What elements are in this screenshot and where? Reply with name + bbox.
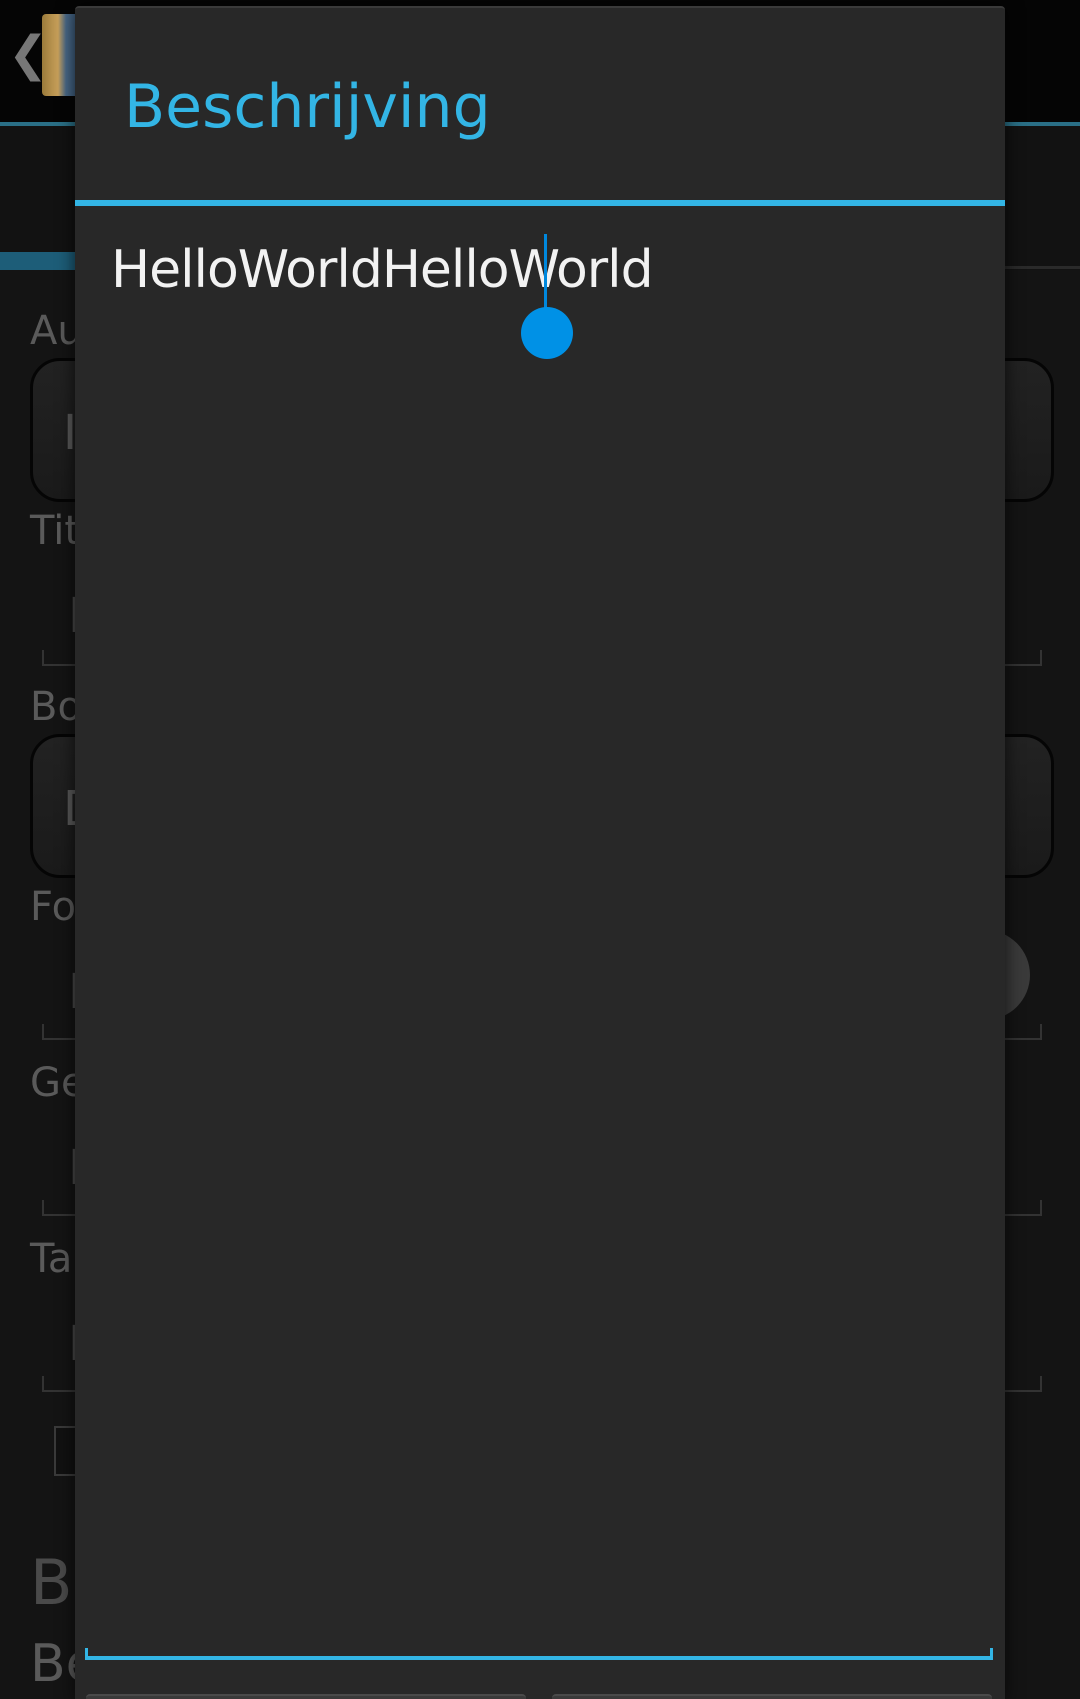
tab-indicator — [0, 252, 80, 270]
ok-button[interactable] — [552, 1694, 992, 1699]
tags-label: Ta — [30, 1236, 73, 1282]
screen: ❮ Au I Tit I Bo D Fo I Ge I Ta I Be Be B… — [0, 0, 1080, 1699]
description-dialog: Beschrijving HelloWorldHelloWorld — [75, 6, 1005, 1699]
cancel-button[interactable] — [86, 1694, 526, 1699]
cursor-handle[interactable] — [521, 307, 573, 359]
title-label: Tit — [30, 508, 80, 554]
format-label: Fo — [30, 884, 77, 930]
description-input[interactable]: HelloWorldHelloWorld — [111, 240, 654, 300]
dialog-title: Beschrijving — [124, 72, 491, 142]
dialog-title-divider — [75, 200, 1005, 206]
text-cursor — [544, 234, 547, 310]
description-input-underline — [85, 1648, 993, 1660]
